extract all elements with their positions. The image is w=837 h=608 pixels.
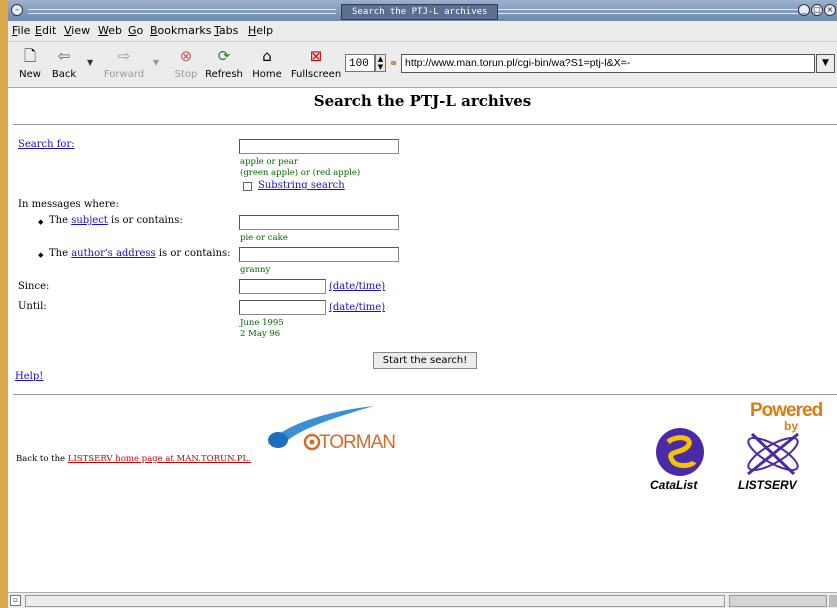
listserv-home-link[interactable]: LISTSERV home page at MAN.TORUN.PL.	[68, 454, 251, 464]
listserv-logo-text: LISTSERV	[738, 478, 797, 492]
since-input[interactable]	[239, 279, 326, 294]
subject-label: The subject is or contains:	[49, 215, 183, 226]
page-content: Search the PTJ-L archives Search for: ap…	[8, 88, 837, 592]
title-bar[interactable]: – Search the PTJ-L archives _ □ ×	[8, 0, 837, 22]
menu-edit[interactable]: Edit	[35, 24, 56, 37]
divider	[13, 124, 837, 126]
zoom-field[interactable]: 100	[345, 54, 375, 72]
forward-arrow-icon: ⇨	[117, 47, 131, 65]
substring-checkbox[interactable]	[243, 182, 252, 191]
bullet-icon: ◆	[38, 218, 44, 226]
fullscreen-button[interactable]: ⊠ Fullscreen	[290, 46, 342, 80]
until-datetime-link[interactable]: (date/time)	[329, 302, 385, 313]
date-hint: 2 May 96	[240, 329, 281, 339]
in-messages-label: In messages where:	[18, 199, 119, 210]
author-label: The author's address is or contains:	[49, 248, 231, 259]
menu-tabs[interactable]: Tabs	[214, 24, 238, 37]
home-icon: ⌂	[262, 47, 272, 65]
subject-input[interactable]	[239, 215, 399, 230]
status-bar: ▫	[8, 592, 837, 608]
progress-bar	[729, 595, 827, 607]
torman-logo-text: TORMAN	[319, 432, 396, 453]
since-label: Since:	[18, 281, 50, 292]
menu-help[interactable]: Help	[248, 24, 273, 37]
date-hint: June 1995	[240, 318, 284, 328]
navigation-toolbar: 🗋 New ⇦ Back ▼ ⇨ Forward ▼ ⊗ Stop ⟳ Refr…	[8, 42, 837, 88]
title-grip	[498, 9, 798, 14]
site-identity-icon[interactable]: ⚭	[389, 57, 398, 70]
subject-hint: pie or cake	[240, 233, 288, 243]
until-input[interactable]	[239, 300, 326, 315]
menu-file[interactable]: File	[12, 24, 30, 37]
maximize-icon[interactable]: □	[811, 4, 823, 16]
back-dropdown-icon[interactable]: ▼	[87, 58, 93, 67]
catalist-logo[interactable]: CataList	[644, 428, 716, 498]
status-text	[25, 595, 725, 607]
stop-button[interactable]: ⊗ Stop	[170, 46, 202, 80]
since-datetime-link[interactable]: (date/time)	[329, 281, 385, 292]
menu-bookmarks[interactable]: Bookmarks	[150, 24, 211, 37]
forward-dropdown-icon[interactable]: ▼	[153, 58, 159, 67]
author-hint: granny	[240, 265, 271, 275]
menu-bar: File Edit View Web Go Bookmarks Tabs Hel…	[8, 21, 837, 42]
search-for-link[interactable]: Search for:	[18, 139, 75, 150]
security-icon[interactable]	[829, 595, 837, 607]
catalist-logo-text: CataList	[650, 478, 698, 492]
back-button[interactable]: ⇦ Back	[48, 46, 80, 80]
window-title: Search the PTJ-L archives	[341, 4, 499, 20]
subject-link[interactable]: subject	[71, 215, 108, 226]
new-document-icon: 🗋	[23, 47, 37, 65]
start-search-button[interactable]: Start the search!	[373, 352, 477, 369]
refresh-icon: ⟳	[217, 47, 231, 65]
minimize-icon[interactable]: _	[798, 4, 810, 16]
forward-button[interactable]: ⇨ Forward	[100, 46, 148, 80]
bullet-icon: ◆	[38, 251, 44, 259]
until-label: Until:	[18, 301, 47, 312]
new-button[interactable]: 🗋 New	[14, 46, 46, 80]
stop-icon: ⊗	[179, 47, 193, 65]
search-hint: apple or pear	[240, 157, 298, 167]
refresh-button[interactable]: ⟳ Refresh	[204, 46, 244, 80]
torman-logo[interactable]: TORMAN	[266, 404, 396, 454]
help-link[interactable]: Help!	[15, 371, 43, 382]
menu-view[interactable]: View	[64, 24, 90, 37]
window-menu-icon[interactable]: –	[11, 4, 23, 16]
divider	[13, 394, 837, 396]
author-input[interactable]	[239, 247, 399, 262]
search-input[interactable]	[239, 139, 399, 154]
back-to-text: Back to the LISTSERV home page at MAN.TO…	[16, 454, 251, 464]
back-arrow-icon: ⇦	[57, 47, 71, 65]
title-grip	[28, 9, 336, 14]
search-hint: (green apple) or (red apple)	[240, 168, 361, 178]
url-dropdown-button[interactable]: ▼	[816, 54, 835, 73]
page-title: Search the PTJ-L archives	[313, 92, 532, 110]
browser-window: – Search the PTJ-L archives _ □ × File E…	[8, 0, 837, 608]
menu-web[interactable]: Web	[98, 24, 122, 37]
zoom-spinner[interactable]: ▲ ▼	[375, 54, 386, 72]
page-info-icon[interactable]: ▫	[10, 595, 21, 606]
url-field[interactable]: http://www.man.torun.pl/cgi-bin/wa?S1=pt…	[401, 54, 815, 73]
author-address-link[interactable]: author's address	[71, 248, 155, 259]
close-icon[interactable]: ×	[824, 4, 836, 16]
home-button[interactable]: ⌂ Home	[250, 46, 284, 80]
menu-go[interactable]: Go	[128, 24, 143, 37]
substring-search-link[interactable]: Substring search	[258, 180, 345, 191]
listserv-star-icon	[747, 432, 799, 476]
powered-by-listserv-logo[interactable]: Powered by LISTSERV	[726, 400, 826, 498]
catalist-globe-icon	[656, 428, 704, 476]
fullscreen-icon: ⊠	[309, 47, 323, 65]
